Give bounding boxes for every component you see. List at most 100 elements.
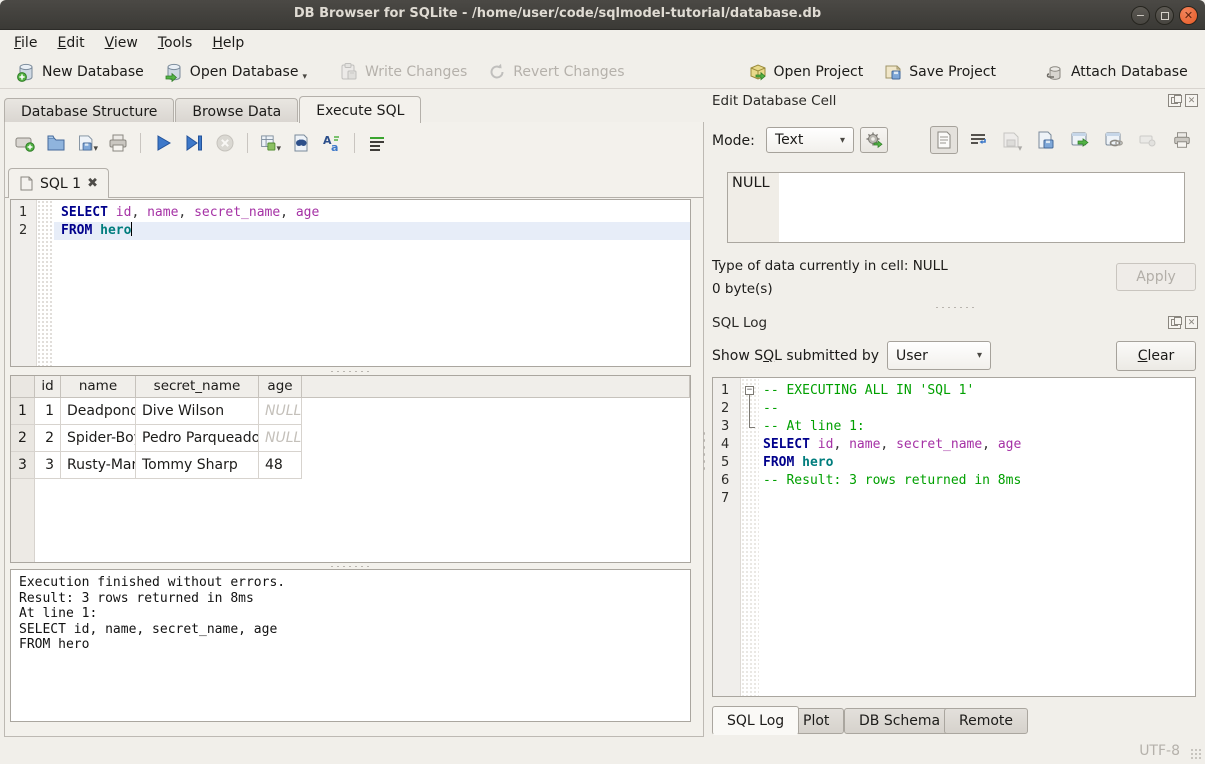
menu-edit[interactable]: Edit: [47, 31, 94, 55]
row-number[interactable]: 3: [11, 452, 35, 479]
cell-secret-name[interactable]: Dive Wilson: [136, 398, 259, 425]
cell-value: NULL: [732, 175, 770, 191]
menu-help[interactable]: Help: [202, 31, 254, 55]
cell-name[interactable]: Rusty-Man: [61, 452, 136, 479]
main-tabbar: Database Structure Browse Data Execute S…: [4, 96, 704, 123]
fold-collapse-icon[interactable]: −: [745, 386, 754, 395]
print-button[interactable]: [107, 132, 129, 154]
corner-header[interactable]: [11, 376, 35, 397]
text-cursor: [131, 222, 132, 236]
text-view-button[interactable]: [930, 126, 958, 154]
word-wrap-button[interactable]: [366, 132, 388, 154]
open-sql-file-button[interactable]: [45, 132, 67, 154]
float-panel-button[interactable]: [1168, 94, 1181, 107]
set-null-button[interactable]: [1134, 126, 1162, 154]
resize-grip[interactable]: [1190, 748, 1202, 760]
sql-editor[interactable]: 1 2 SELECT id, name, secret_name, age FR…: [10, 199, 691, 367]
print-cell-button[interactable]: [1168, 126, 1196, 154]
save-sql-file-button[interactable]: ▾: [76, 132, 98, 154]
minimize-button[interactable]: −: [1131, 6, 1150, 25]
save-cell-button[interactable]: ▾: [998, 126, 1026, 154]
save-results-dropdown-icon[interactable]: ▾: [276, 144, 281, 154]
open-database-button[interactable]: Open Database ▾: [154, 58, 317, 86]
column-header-age[interactable]: age: [259, 376, 302, 397]
close-button[interactable]: ✕: [1179, 6, 1198, 25]
row-number[interactable]: 2: [11, 425, 35, 452]
execute-all-button[interactable]: [152, 132, 174, 154]
table-row[interactable]: 3 3 Rusty-Man Tommy Sharp 48: [11, 452, 690, 479]
dock-splitter[interactable]: [935, 305, 975, 310]
sql-log-editor[interactable]: 1 2 3 4 5 6 7 − -- EXECUTING ALL IN 'SQL…: [712, 377, 1196, 697]
menu-file[interactable]: File: [4, 31, 47, 55]
save-results-button[interactable]: ▾: [259, 132, 281, 154]
close-sql-tab-icon[interactable]: ✖: [87, 176, 98, 191]
editor-line-current[interactable]: FROM hero: [54, 222, 690, 240]
stop-button[interactable]: [214, 132, 236, 154]
cell-age[interactable]: 48: [259, 452, 302, 479]
editor-line[interactable]: SELECT id, name, secret_name, age: [54, 204, 690, 222]
attach-database-button[interactable]: Attach Database: [1035, 58, 1198, 86]
word-wrap-cell-button[interactable]: [964, 126, 992, 154]
open-in-external-button[interactable]: [1100, 126, 1128, 154]
panel-splitter[interactable]: [702, 430, 707, 470]
cell-age[interactable]: NULL: [259, 425, 302, 452]
close-database-button[interactable]: Close Database: [1198, 58, 1205, 86]
sql-log-filter-select[interactable]: User▾: [887, 341, 991, 370]
float-icon: [1171, 319, 1178, 326]
cell-id[interactable]: 1: [35, 398, 61, 425]
revert-changes-button[interactable]: Revert Changes: [477, 58, 634, 86]
clear-log-button[interactable]: Clear: [1116, 341, 1196, 371]
cell-secret-name[interactable]: Tommy Sharp: [136, 452, 259, 479]
import-cell-data-button[interactable]: [1032, 126, 1060, 154]
open-project-button[interactable]: Open Project: [738, 58, 874, 86]
cell-secret-name[interactable]: Pedro Parqueador: [136, 425, 259, 452]
tab-browse-data[interactable]: Browse Data: [175, 98, 298, 123]
write-changes-button[interactable]: Write Changes: [329, 58, 477, 86]
find-button[interactable]: [290, 132, 312, 154]
save-sql-dropdown-icon[interactable]: ▾: [93, 144, 98, 154]
maximize-button[interactable]: [1155, 6, 1174, 25]
sql-file-tab[interactable]: SQL 1 ✖: [8, 168, 109, 198]
tab-database-structure[interactable]: Database Structure: [4, 98, 174, 123]
menu-view[interactable]: View: [95, 31, 148, 55]
dock-tab-db-schema[interactable]: DB Schema: [844, 708, 955, 734]
open-database-dropdown-icon[interactable]: ▾: [302, 72, 307, 82]
float-panel-button[interactable]: [1168, 316, 1181, 329]
save-project-button[interactable]: Save Project: [873, 58, 1006, 86]
sql-toolbar-separator: [247, 133, 248, 153]
cell-id[interactable]: 3: [35, 452, 61, 479]
titlebar[interactable]: DB Browser for SQLite - /home/user/code/…: [0, 0, 1205, 30]
dock-tab-remote[interactable]: Remote: [944, 708, 1028, 734]
log-text-area[interactable]: -- EXECUTING ALL IN 'SQL 1' -- -- At lin…: [759, 378, 1195, 696]
column-header-name[interactable]: name: [61, 376, 136, 397]
row-number[interactable]: 1: [11, 398, 35, 425]
editor-results-splitter[interactable]: [330, 369, 370, 374]
cell-id[interactable]: 2: [35, 425, 61, 452]
new-database-button[interactable]: New Database: [6, 58, 154, 86]
auto-switch-mode-button[interactable]: [860, 127, 888, 153]
table-row[interactable]: 2 2 Spider-Boy Pedro Parqueador NULL: [11, 425, 690, 452]
column-header-id[interactable]: id: [35, 376, 61, 397]
mode-select[interactable]: Text▾: [766, 127, 854, 153]
table-row[interactable]: 1 1 Deadpond Dive Wilson NULL: [11, 398, 690, 425]
cell-value-editor[interactable]: NULL: [727, 172, 1185, 243]
dock-tab-sql-log[interactable]: SQL Log: [712, 706, 799, 735]
row-gutter-filler: [11, 479, 35, 562]
log-fold-margin[interactable]: −: [741, 378, 759, 696]
tab-execute-sql[interactable]: Execute SQL: [299, 96, 421, 123]
export-cell-data-button[interactable]: [1066, 126, 1094, 154]
execution-message-area[interactable]: Execution finished without errors. Resul…: [10, 569, 691, 722]
close-panel-button[interactable]: ✕: [1185, 316, 1198, 329]
menu-tools[interactable]: Tools: [148, 31, 203, 55]
cell-name[interactable]: Spider-Boy: [61, 425, 136, 452]
new-sql-tab-button[interactable]: [14, 132, 36, 154]
apply-button[interactable]: Apply: [1116, 263, 1196, 291]
cell-age[interactable]: NULL: [259, 398, 302, 425]
close-panel-button[interactable]: ✕: [1185, 94, 1198, 107]
editor-text-area[interactable]: SELECT id, name, secret_name, age FROM h…: [54, 200, 690, 366]
format-sql-button[interactable]: Aa: [321, 132, 343, 154]
cell-name[interactable]: Deadpond: [61, 398, 136, 425]
column-header-secret-name[interactable]: secret_name: [136, 376, 259, 397]
log-line: -- EXECUTING ALL IN 'SQL 1': [759, 382, 1195, 400]
execute-current-line-button[interactable]: [183, 132, 205, 154]
